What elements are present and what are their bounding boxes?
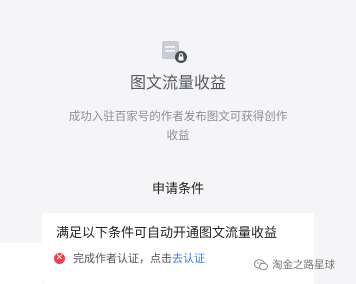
watermark: 淘金之路星球 (254, 257, 335, 272)
watermark-text: 淘金之路星球 (272, 259, 335, 271)
page-description: 成功入驻百家号的作者发布图文可获得创作收益 (68, 109, 288, 142)
requirement-item: ✕ 完成作者认证，点击 去认证 (54, 250, 205, 266)
conditions-heading: 申请条件 (151, 182, 204, 197)
document-lock-icon (162, 41, 187, 63)
wechat-icon (254, 258, 268, 270)
requirement-text: 完成作者认证，点击 (73, 252, 172, 265)
conditions-card-title: 满足以下条件可自动开通图文流量收益 (56, 226, 278, 241)
card-backdrop (0, 243, 42, 284)
page-title: 图文流量收益 (129, 73, 226, 92)
page: 图文流量收益 成功入驻百家号的作者发布图文可获得创作收益 申请条件 满足以下条件… (0, 0, 356, 284)
verify-link[interactable]: 去认证 (172, 250, 205, 266)
conditions-card: 满足以下条件可自动开通图文流量收益 ✕ 完成作者认证，点击 去认证 (42, 213, 314, 284)
error-circle-icon: ✕ (54, 252, 65, 264)
